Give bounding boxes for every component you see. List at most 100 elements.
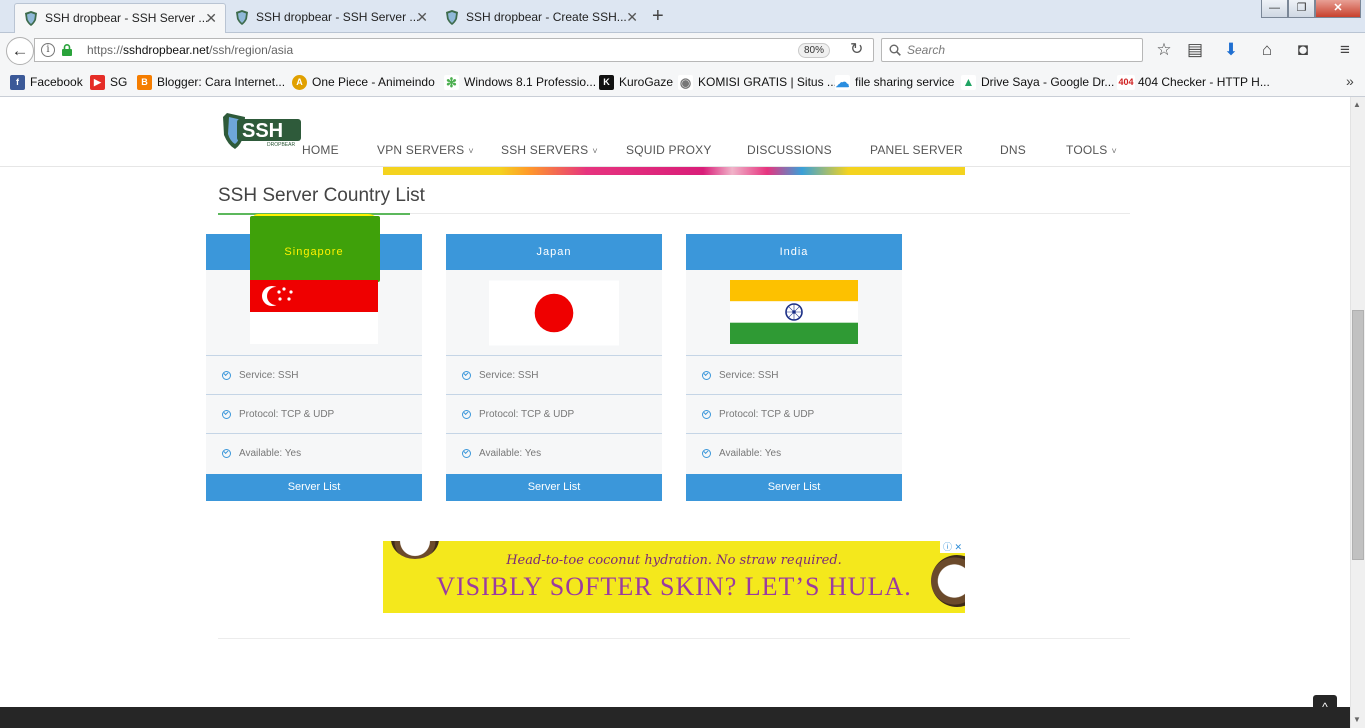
server-list-button[interactable]: Server List [446, 474, 662, 501]
tab-strip: SSH dropbear - SSH Server ... ✕ SSH drop… [0, 0, 1365, 33]
menu-squid-proxy[interactable]: SQUID PROXY [626, 143, 712, 157]
browser-tab-1[interactable]: SSH dropbear - SSH Server ... ✕ [14, 3, 226, 33]
chevron-down-icon: ˅ [1111, 146, 1117, 156]
lock-icon [62, 44, 72, 56]
zoom-level-badge[interactable]: 80% [798, 43, 831, 58]
ad-choices-close-icon[interactable]: ⓘ ✕ [940, 541, 965, 553]
menu-icon[interactable]: ≡ [1335, 40, 1355, 60]
kurogaze-icon: K [599, 75, 614, 90]
bookmark-star-icon[interactable]: ☆ [1154, 40, 1174, 60]
scrollbar-thumb[interactable] [1352, 310, 1364, 560]
back-button[interactable]: ← [6, 37, 34, 65]
pocket-icon[interactable]: ◘ [1293, 40, 1313, 60]
bookmark-facebook[interactable]: f Facebook [10, 75, 83, 90]
bookmark-404-checker[interactable]: 404 404 Checker - HTTP H... [1117, 75, 1270, 90]
facebook-icon: f [10, 75, 25, 90]
bookmark-kurogaze[interactable]: K KuroGaze [599, 75, 674, 90]
check-circle-icon [462, 371, 471, 380]
new-tab-button[interactable]: + [652, 4, 664, 28]
bookmark-file-sharing[interactable]: ☁ file sharing service [835, 75, 954, 90]
card-header[interactable]: Japan [446, 234, 662, 270]
browser-tab-3[interactable]: SSH dropbear - Create SSH... ✕ [436, 3, 646, 33]
menu-home[interactable]: HOME [302, 143, 339, 157]
close-window-button[interactable]: ✕ [1315, 0, 1361, 18]
divider [218, 638, 1130, 639]
url-host: sshdropbear.net [123, 43, 210, 57]
advertisement-banner[interactable]: Head-to-toe coconut hydration. No straw … [383, 541, 965, 613]
check-circle-icon [222, 371, 231, 380]
search-placeholder: Search [907, 43, 946, 57]
server-list-button[interactable]: Server List [206, 474, 422, 501]
navigation-toolbar: ← i https://sshdropbear.net/ssh/region/a… [0, 33, 1365, 68]
server-list-button[interactable]: Server List [686, 474, 902, 501]
menu-discussions[interactable]: DISCUSSIONS [747, 143, 832, 157]
service-text: Service: SSH [719, 370, 779, 381]
scroll-to-top-button[interactable]: ^ [1313, 695, 1337, 719]
page-scrollbar[interactable]: ▲ ▼ [1350, 97, 1365, 728]
reload-icon[interactable]: ↻ [850, 39, 863, 61]
search-bar[interactable]: Search [881, 38, 1143, 62]
tab-title: SSH dropbear - SSH Server ... [256, 10, 420, 24]
web-page: SSH DROPBEAR HOME VPN SERVERS ˅ SSH SERVE… [0, 97, 1350, 728]
flag-area [446, 270, 662, 356]
reading-list-icon[interactable]: ▤ [1185, 40, 1205, 60]
flag-area [206, 270, 422, 356]
atom-icon: ✻ [444, 75, 459, 90]
country-card-japan: Japan Service: SSH Protocol: TCP & UDP A… [446, 234, 662, 501]
bookmark-blogger[interactable]: B Blogger: Cara Internet... [137, 75, 285, 90]
top-ad-banner-strip[interactable] [383, 167, 965, 175]
browser-tab-2[interactable]: SSH dropbear - SSH Server ... ✕ [226, 3, 436, 33]
card-header[interactable]: Singapore [206, 214, 422, 282]
menu-ssh-servers[interactable]: SSH SERVERS ˅ [501, 143, 598, 157]
home-icon[interactable]: ⌂ [1257, 40, 1277, 60]
tab-close-icon[interactable]: ✕ [416, 3, 428, 31]
bookmark-sg[interactable]: ▶ SG [90, 75, 128, 90]
tab-title: SSH dropbear - SSH Server ... [45, 11, 209, 25]
menu-label: SSH SERVERS [501, 143, 589, 157]
available-text: Available: Yes [719, 448, 782, 459]
scroll-up-arrow-icon[interactable]: ▲ [1353, 100, 1361, 109]
menu-label: VPN SERVERS [377, 143, 465, 157]
bookmark-label: SG [110, 75, 128, 89]
blogger-icon: B [137, 75, 152, 90]
bookmarks-toolbar: f Facebook ▶ SG B Blogger: Cara Internet...… [0, 68, 1365, 97]
site-logo[interactable]: SSH DROPBEAR [217, 111, 303, 151]
url-text[interactable]: https://sshdropbear.net/ssh/region/asia [87, 43, 293, 57]
country-name: Japan [536, 246, 572, 258]
bookmark-label: Drive Saya - Google Dr... [981, 75, 1115, 89]
bookmarks-overflow-button[interactable]: » [1346, 73, 1354, 89]
minimize-button[interactable]: — [1261, 0, 1288, 18]
menu-vpn-servers[interactable]: VPN SERVERS ˅ [377, 143, 474, 157]
youtube-icon: ▶ [90, 75, 105, 90]
menu-panel-server[interactable]: PANEL SERVER [870, 143, 963, 157]
globe-icon: ◉ [678, 75, 693, 90]
available-row: Available: Yes [206, 435, 422, 473]
japan-flag-icon [489, 280, 619, 346]
country-name: India [779, 246, 809, 258]
country-name: Singapore [284, 246, 344, 258]
bookmark-label: 404 Checker - HTTP H... [1138, 75, 1270, 89]
bookmark-komisi[interactable]: ◉ KOMISI GRATIS | Situs ... [678, 75, 837, 90]
menu-label: TOOLS [1066, 143, 1108, 157]
shield-favicon-icon [25, 11, 37, 26]
download-icon[interactable]: ⬇ [1221, 40, 1241, 60]
address-bar[interactable]: i https://sshdropbear.net/ssh/region/asi… [34, 38, 874, 62]
check-circle-icon [462, 449, 471, 458]
menu-tools[interactable]: TOOLS ˅ [1066, 143, 1117, 157]
google-drive-icon: ▲ [961, 75, 976, 90]
bookmark-animeindo[interactable]: A One Piece - Animeindo [292, 75, 435, 90]
scroll-down-arrow-icon[interactable]: ▼ [1353, 715, 1361, 724]
site-info-icon[interactable]: i [41, 43, 55, 57]
check-circle-icon [222, 410, 231, 419]
tab-close-icon[interactable]: ✕ [626, 3, 638, 31]
service-row: Service: SSH [686, 357, 902, 395]
ad-headline: VISIBLY SOFTER SKIN? LET’S HULA. [436, 572, 912, 601]
maximize-button[interactable]: ❐ [1288, 0, 1315, 18]
card-header[interactable]: India [686, 234, 902, 270]
tab-close-icon[interactable]: ✕ [205, 4, 217, 32]
menu-label: SQUID PROXY [626, 143, 712, 157]
bookmark-windows[interactable]: ✻ Windows 8.1 Professio... [444, 75, 596, 90]
bookmark-google-drive[interactable]: ▲ Drive Saya - Google Dr... [961, 75, 1115, 90]
menu-dns[interactable]: DNS [1000, 143, 1026, 157]
bookmark-label: KuroGaze [619, 75, 674, 89]
